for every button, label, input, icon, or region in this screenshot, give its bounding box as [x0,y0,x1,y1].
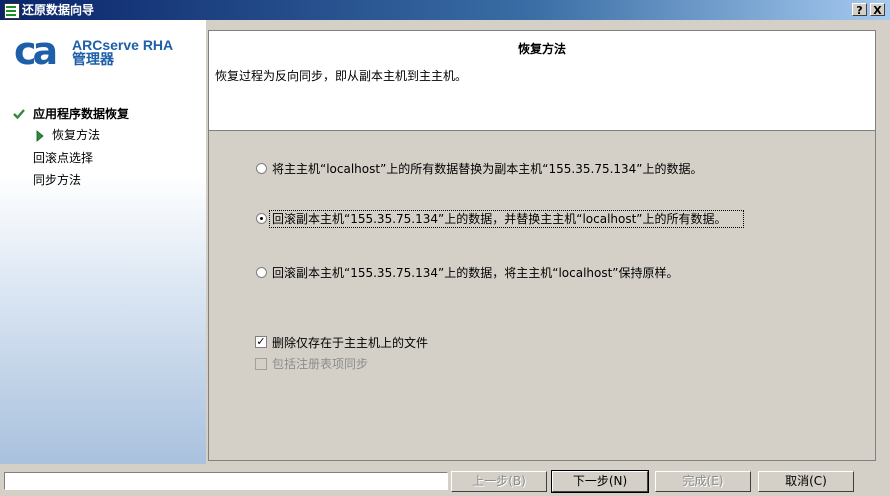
current-step-arrow-icon [36,130,44,142]
step-rewind-point: 回滚点选择 [33,151,94,165]
wizard-steps-pane: ca ARCserve RHA 管理器 应用程序数据恢复 恢复方法 回滚点选择 … [0,20,206,464]
ca-logo: ca [14,34,60,68]
include-registry-sync-label: 包括注册表项同步 [272,357,369,371]
page-title: 恢复方法 [517,42,566,56]
rewind-keep-master-radio[interactable] [256,267,267,278]
delete-master-only-files-checkbox[interactable]: ✓ [255,336,267,348]
replace-all-radio[interactable] [256,163,267,174]
rewind-and-replace-radio[interactable] [256,213,267,224]
delete-master-only-files-label[interactable]: 删除仅存在于主主机上的文件 [272,336,428,350]
rewind-keep-master-label[interactable]: 回滚副本主机“155.35.75.134”上的数据，将主主机“localhost… [272,266,679,280]
include-registry-sync-checkbox [255,358,267,370]
close-button[interactable]: X [870,3,885,17]
rewind-and-replace-label[interactable]: 回滚副本主机“155.35.75.134”上的数据，并替换主主机“localho… [272,212,727,226]
cancel-button[interactable]: 取消(C) [758,471,854,492]
content-pane: 恢复方法 恢复过程为反向同步，即从副本主机到主主机。 将主主机“localhos… [208,30,876,461]
finish-button[interactable]: 完成(E) [655,471,751,492]
title-bar: 还原数据向导 ? X [0,0,890,20]
next-button[interactable]: 下一步(N) [551,470,649,493]
brand-subtitle: 管理器 [72,52,114,68]
ca-logo-text: ca [14,34,56,68]
step-recovery-method: 恢复方法 [52,128,101,142]
check-icon [13,109,25,120]
window-title: 还原数据向导 [22,3,95,17]
status-bar [4,472,448,490]
replace-all-label[interactable]: 将主主机“localhost”上的所有数据替换为副本主机“155.35.75.1… [272,162,703,176]
step-sync-method: 同步方法 [33,173,82,187]
step-application-data-recovery: 应用程序数据恢复 [33,107,130,121]
content-header: 恢复方法 恢复过程为反向同步，即从副本主机到主主机。 [209,31,875,131]
page-description: 恢复过程为反向同步，即从副本主机到主主机。 [215,69,468,83]
help-button[interactable]: ? [852,3,867,17]
app-icon [4,3,20,19]
back-button[interactable]: 上一步(B) [451,471,547,492]
